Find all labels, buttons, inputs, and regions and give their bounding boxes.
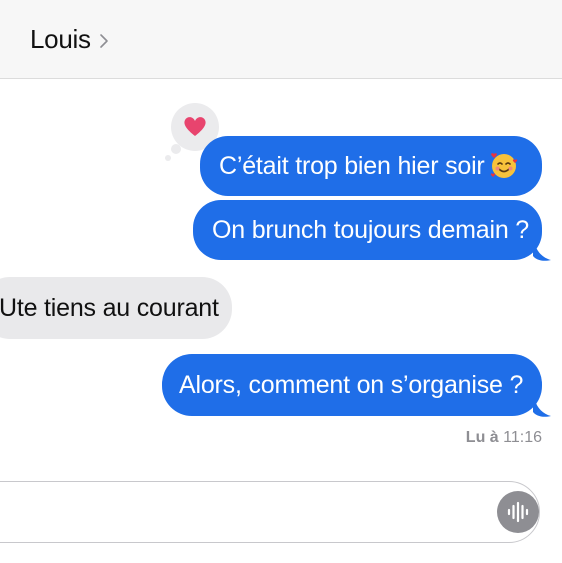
message-text: C’était trop bien hier soir	[219, 152, 485, 180]
conversation-header: Louis	[0, 0, 562, 79]
message-bubble-sent[interactable]: C’était trop bien hier soir	[200, 136, 542, 196]
message-text: Alors, comment on s’organise ?	[179, 371, 524, 399]
bubble-tail	[533, 244, 551, 261]
message-text: Ute tiens au courant	[0, 294, 219, 322]
message-bubble-received[interactable]: Ute tiens au courant	[0, 277, 232, 339]
message-composer[interactable]	[0, 481, 540, 543]
message-bubble-sent[interactable]: Alors, comment on s’organise ?	[162, 354, 542, 416]
audio-message-button[interactable]	[497, 491, 539, 533]
conversation-screen: Louis C’était trop bien hier soir On bru…	[0, 0, 562, 563]
message-input[interactable]	[11, 496, 455, 532]
read-receipt-label: Lu à	[465, 429, 499, 446]
smiling-face-with-hearts-icon	[490, 153, 517, 179]
message-text: On brunch toujours demain ?	[212, 216, 530, 244]
message-bubble-sent[interactable]: On brunch toujours demain ?	[193, 200, 542, 260]
contact-name: Louis	[30, 24, 91, 54]
audio-waveform-icon	[507, 501, 529, 523]
read-receipt-time: 11:16	[503, 429, 542, 446]
read-receipt: Lu à 11:16	[466, 429, 542, 447]
bubble-tail	[533, 400, 551, 417]
chevron-right-icon	[99, 33, 108, 48]
contact-name-button[interactable]: Louis	[30, 24, 109, 55]
